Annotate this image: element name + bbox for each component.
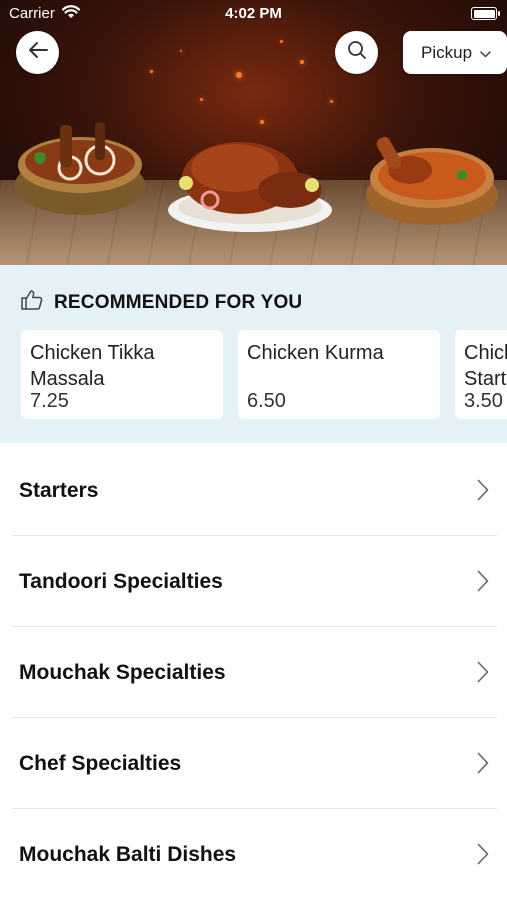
recommended-item-price: 7.25 — [30, 390, 69, 412]
category-label: Starters — [19, 479, 99, 502]
chevron-right-icon — [477, 479, 489, 506]
search-button[interactable] — [335, 31, 378, 74]
recommended-card[interactable]: Chicken Tikka Starter 3.50 — [455, 330, 507, 419]
category-row-chef[interactable]: Chef Specialties — [0, 718, 507, 809]
recommended-item-price: 6.50 — [247, 390, 286, 412]
recommended-item-name: Chicken Kurma — [247, 342, 384, 364]
chevron-right-icon — [477, 843, 489, 870]
recommended-card[interactable]: Chicken Kurma 6.50 — [238, 330, 440, 419]
thumbs-up-icon — [20, 289, 44, 316]
back-button[interactable] — [16, 31, 59, 74]
recommended-item-name: Chicken Tikka Massala — [30, 342, 155, 390]
arrow-left-icon — [27, 41, 49, 64]
category-label: Mouchak Specialties — [19, 661, 226, 684]
pickup-label: Pickup — [421, 42, 473, 62]
chevron-down-icon — [480, 43, 491, 63]
category-row-starters[interactable]: Starters — [0, 445, 507, 536]
recommended-section: RECOMMENDED FOR YOU Chicken Tikka Massal… — [0, 265, 507, 443]
recommended-item-price: 3.50 — [464, 390, 503, 412]
chevron-right-icon — [477, 661, 489, 688]
pickup-dropdown[interactable]: Pickup — [403, 31, 507, 74]
category-row-tandoori[interactable]: Tandoori Specialties — [0, 536, 507, 627]
category-label: Mouchak Balti Dishes — [19, 843, 237, 866]
recommended-card[interactable]: Chicken Tikka Massala 7.25 — [21, 330, 223, 419]
chevron-right-icon — [477, 752, 489, 779]
category-row-balti[interactable]: Mouchak Balti Dishes — [0, 809, 507, 900]
chevron-right-icon — [477, 570, 489, 597]
recommended-header: RECOMMENDED FOR YOU — [20, 289, 302, 316]
status-time: 4:02 PM — [225, 5, 282, 22]
category-row-mouchak[interactable]: Mouchak Specialties — [0, 627, 507, 718]
battery-icon — [471, 7, 500, 20]
category-label: Chef Specialties — [19, 752, 182, 775]
category-label: Tandoori Specialties — [19, 570, 223, 593]
status-bar: Carrier 4:02 PM — [0, 0, 507, 28]
recommended-item-name: Chicken Tikka Starter — [464, 342, 507, 390]
recommended-title: RECOMMENDED FOR YOU — [54, 291, 303, 313]
search-icon — [347, 40, 367, 65]
